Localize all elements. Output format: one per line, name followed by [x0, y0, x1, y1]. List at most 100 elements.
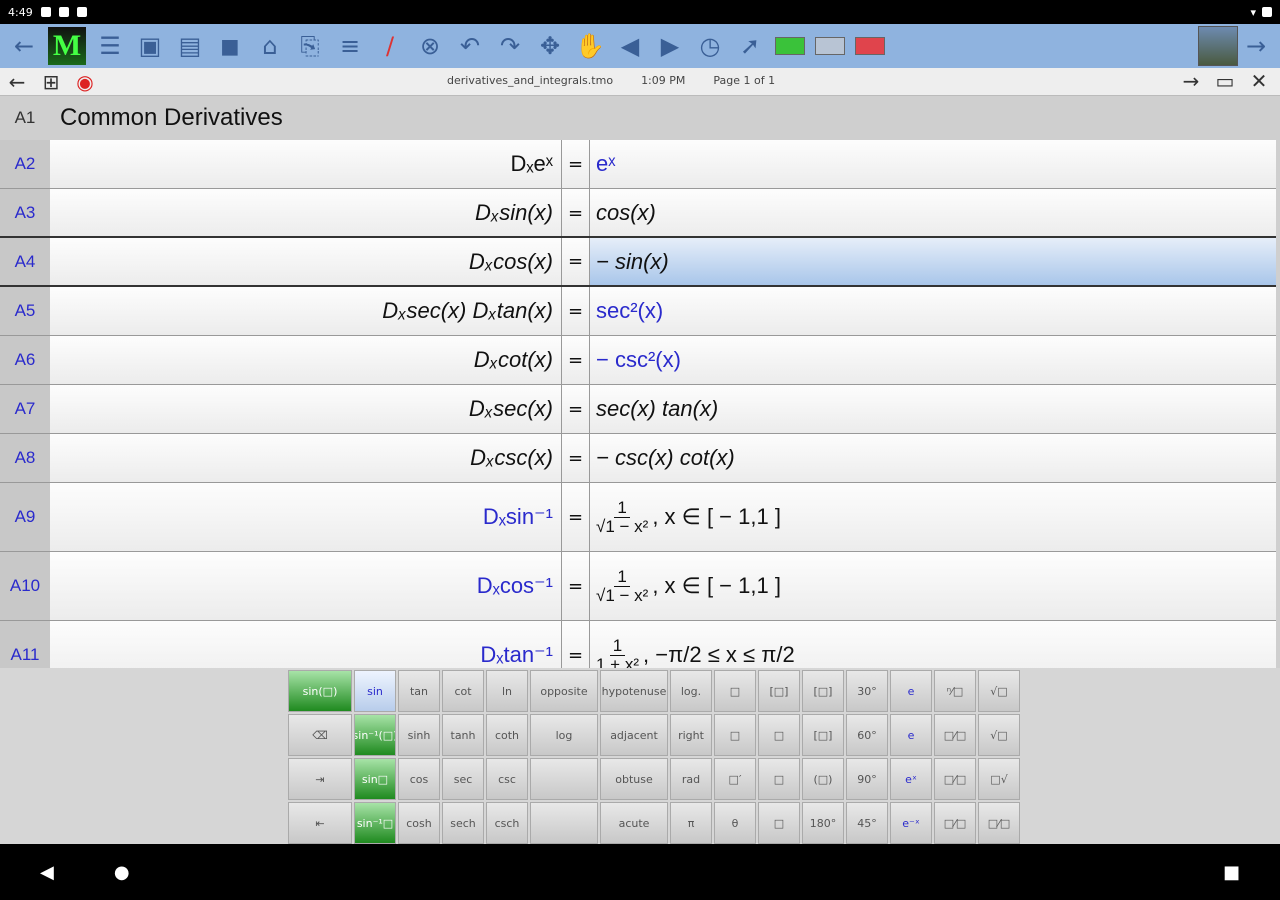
keyboard-key[interactable]: ⇥ — [288, 758, 352, 800]
keyboard-key[interactable]: [□] — [802, 714, 844, 756]
align-icon[interactable]: ≡ — [330, 26, 370, 66]
keyboard-key[interactable]: √□ — [978, 670, 1020, 712]
pen-icon[interactable]: / — [370, 26, 410, 66]
row-label[interactable]: A5 — [0, 287, 50, 335]
table-row[interactable]: A2 Dₓeˣ = eˣ — [0, 140, 1276, 189]
table-row[interactable]: A3 Dₓsin(x) = cos(x) — [0, 189, 1276, 238]
keyboard-key[interactable]: cosh — [398, 802, 440, 844]
next-icon[interactable]: ▶ — [650, 26, 690, 66]
keyboard-key[interactable]: e — [890, 670, 932, 712]
nav-back-icon[interactable]: ◀ — [40, 862, 54, 883]
keyboard-key[interactable]: sin□ — [354, 758, 396, 800]
expression-lhs[interactable]: Dₓsin⁻¹ — [50, 483, 562, 551]
expression-lhs[interactable]: Dₓcos⁻¹ — [50, 552, 562, 620]
menu-icon[interactable]: ☰ — [90, 26, 130, 66]
keyboard-key[interactable]: eˣ — [890, 758, 932, 800]
keyboard-key[interactable]: ⁿ⁄□ — [934, 670, 976, 712]
keyboard-key[interactable]: sin — [354, 670, 396, 712]
keyboard-key[interactable]: [□] — [758, 670, 800, 712]
keyboard-key[interactable]: 30° — [846, 670, 888, 712]
back-arrow-icon[interactable]: ← — [0, 69, 34, 95]
expression-rhs[interactable]: sec²(x) — [590, 287, 1276, 335]
keyboard-key[interactable]: □⁄□ — [934, 758, 976, 800]
row-label[interactable]: A7 — [0, 385, 50, 433]
expression-rhs[interactable]: − sin(x) — [590, 238, 1276, 285]
sheet-title[interactable]: Common Derivatives — [50, 104, 283, 132]
table-row-selected[interactable]: A4 Dₓcos(x) = − sin(x) — [0, 236, 1276, 287]
prev-icon[interactable]: ◀ — [610, 26, 650, 66]
keyboard-key[interactable]: □⁄□ — [934, 714, 976, 756]
expression-rhs[interactable]: cos(x) — [590, 189, 1276, 237]
keyboard-key[interactable]: cos — [398, 758, 440, 800]
keyboard-key[interactable]: right — [670, 714, 712, 756]
forward-arrow-icon[interactable]: → — [1236, 26, 1276, 66]
back-arrow-icon[interactable]: ← — [4, 26, 44, 66]
expression-rhs[interactable]: 1 √1 − x² , x ∈ [ − 1,1 ] — [590, 552, 1276, 620]
keyboard-key[interactable]: sin⁻¹□ — [354, 802, 396, 844]
keyboard-key[interactable]: tan — [398, 670, 440, 712]
home-icon[interactable]: ⌂ — [250, 26, 290, 66]
color-gray-swatch[interactable] — [815, 37, 845, 55]
add-page-icon[interactable]: ⊞ — [34, 69, 68, 95]
keyboard-key[interactable]: csc — [486, 758, 528, 800]
keyboard-key[interactable]: obtuse — [600, 758, 668, 800]
undo-icon[interactable]: ↶ — [450, 26, 490, 66]
avatar[interactable] — [1198, 26, 1238, 66]
keyboard-key[interactable]: opposite — [530, 670, 598, 712]
keyboard-key[interactable]: sec — [442, 758, 484, 800]
expression-lhs[interactable]: Dₓeˣ — [50, 140, 562, 188]
expression-lhs[interactable]: Dₓsec(x) — [50, 385, 562, 433]
keyboard-key[interactable]: sin⁻¹(□) — [354, 714, 396, 756]
expression-lhs[interactable]: Dₓsec(x) Dₓtan(x) — [50, 287, 562, 335]
nav-recents-icon[interactable]: ■ — [1223, 862, 1240, 883]
table-row[interactable]: A10 Dₓcos⁻¹ = 1 √1 − x² , x ∈ [ − 1,1 ] — [0, 552, 1276, 621]
maximize-icon[interactable]: ▭ — [1208, 68, 1242, 94]
keyboard-key[interactable]: log — [530, 714, 598, 756]
keyboard-key[interactable]: 180° — [802, 802, 844, 844]
keyboard-key[interactable]: ln — [486, 670, 528, 712]
keyboard-key[interactable]: [□] — [802, 670, 844, 712]
expression-rhs[interactable]: − csc(x) cot(x) — [590, 434, 1276, 482]
keyboard-key[interactable]: □′ — [714, 758, 756, 800]
keyboard-key[interactable]: adjacent — [600, 714, 668, 756]
keyboard-key[interactable] — [530, 758, 598, 800]
keyboard-key[interactable]: 60° — [846, 714, 888, 756]
expression-lhs[interactable]: Dₓcos(x) — [50, 238, 562, 285]
keyboard-key[interactable]: □ — [758, 758, 800, 800]
keyboard-key[interactable]: csch — [486, 802, 528, 844]
color-green-swatch[interactable] — [775, 37, 805, 55]
table-row[interactable]: A6 Dₓcot(x) = − csc²(x) — [0, 336, 1276, 385]
expression-lhs[interactable]: Dₓcot(x) — [50, 336, 562, 384]
keyboard-key[interactable] — [530, 802, 598, 844]
row-label[interactable]: A11 — [0, 621, 50, 668]
table-row[interactable]: A8 Dₓcsc(x) = − csc(x) cot(x) — [0, 434, 1276, 483]
expression-rhs[interactable]: eˣ — [590, 140, 1276, 188]
color-red-swatch[interactable] — [855, 37, 885, 55]
keyboard-key[interactable]: sech — [442, 802, 484, 844]
expression-lhs[interactable]: Dₓcsc(x) — [50, 434, 562, 482]
row-label[interactable]: A4 — [0, 238, 50, 285]
nav-home-icon[interactable]: ● — [114, 862, 130, 883]
keyboard-key[interactable]: □⁄□ — [934, 802, 976, 844]
hand-icon[interactable]: ✋ — [570, 26, 610, 66]
cancel-icon[interactable]: ⊗ — [410, 26, 450, 66]
keyboard-key[interactable]: hypotenuse — [600, 670, 668, 712]
clipboard-icon[interactable]: ⎘ — [290, 26, 330, 66]
row-label[interactable]: A9 — [0, 483, 50, 551]
expression-rhs[interactable]: sec(x) tan(x) — [590, 385, 1276, 433]
keyboard-key[interactable]: acute — [600, 802, 668, 844]
move-icon[interactable]: ✥ — [530, 26, 570, 66]
row-label[interactable]: A2 — [0, 140, 50, 188]
keyboard-key[interactable]: □√ — [978, 758, 1020, 800]
expression-rhs[interactable]: − csc²(x) — [590, 336, 1276, 384]
keyboard-key[interactable]: θ — [714, 802, 756, 844]
keyboard-key[interactable]: □ — [758, 802, 800, 844]
table-row[interactable]: A11 Dₓtan⁻¹ = 11 + x² , −π/2 ≤ x ≤ π/2 — [0, 621, 1276, 668]
forward-arrow-icon[interactable]: → — [1174, 68, 1208, 94]
keyboard-key[interactable]: □ — [714, 670, 756, 712]
row-label[interactable]: A3 — [0, 189, 50, 237]
pointer-icon[interactable]: ➚ — [730, 26, 770, 66]
keyboard-key[interactable]: rad — [670, 758, 712, 800]
keyboard-key[interactable]: sin(□) — [288, 670, 352, 712]
expression-rhs[interactable]: 11 + x² , −π/2 ≤ x ≤ π/2 — [590, 621, 1276, 668]
